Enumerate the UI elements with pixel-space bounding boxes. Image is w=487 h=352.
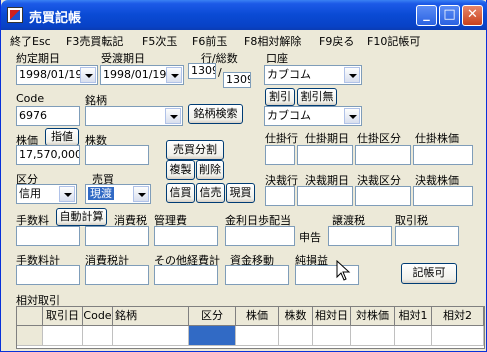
commission-total-field[interactable] bbox=[16, 265, 80, 285]
chevron-down-icon[interactable] bbox=[344, 108, 360, 124]
pending-date-label: 仕掛期日 bbox=[305, 132, 349, 145]
table-cell[interactable] bbox=[236, 326, 279, 346]
record-button[interactable]: 記帳可 bbox=[401, 263, 457, 284]
chevron-down-icon[interactable] bbox=[166, 67, 182, 83]
contract-date-select[interactable]: 1998/01/19 bbox=[16, 65, 98, 85]
credit-sell-button[interactable]: 信売 bbox=[196, 183, 225, 203]
relative-table[interactable]: 取引日 Code 銘柄 区分 株価 株数 相対日 対株価 相対1 相対2 bbox=[16, 306, 485, 349]
spot-buy-button[interactable]: 現買 bbox=[226, 183, 255, 203]
menu-exit[interactable]: 終了Esc bbox=[10, 33, 51, 49]
limit-button[interactable]: 指値 bbox=[45, 128, 79, 146]
column-header[interactable]: 株価 bbox=[236, 307, 279, 326]
menu-release-relative[interactable]: F8相対解除 bbox=[244, 33, 301, 49]
table-cell[interactable] bbox=[313, 326, 351, 346]
main-window: 売買記帳 _ □ ✕ 終了Esc F3売買転記 F5次玉 F6前玉 F8相対解除… bbox=[0, 0, 487, 352]
chevron-down-icon[interactable] bbox=[59, 186, 75, 202]
copy-button[interactable]: 複製 bbox=[166, 160, 195, 180]
chevron-down-icon[interactable] bbox=[80, 67, 96, 83]
consumption-total-field[interactable] bbox=[85, 265, 149, 285]
account-select[interactable]: カブコム bbox=[264, 65, 362, 85]
pending-row-field[interactable] bbox=[265, 145, 295, 165]
code-label: Code bbox=[16, 92, 45, 105]
close-button[interactable]: ✕ bbox=[462, 5, 483, 26]
menu-record-enable[interactable]: F10記帳可 bbox=[367, 33, 420, 49]
other-total-field[interactable] bbox=[154, 265, 218, 285]
delivery-date-label: 受渡期日 bbox=[101, 52, 145, 65]
discount-button[interactable]: 割引 bbox=[265, 88, 295, 106]
pending-cat-field[interactable] bbox=[355, 145, 411, 165]
pending-date-field[interactable] bbox=[297, 145, 353, 165]
column-header[interactable]: 銘柄 bbox=[113, 307, 189, 326]
menu-next[interactable]: F5次玉 bbox=[142, 33, 177, 49]
column-header[interactable]: 区分 bbox=[189, 307, 236, 326]
minimize-button[interactable]: _ bbox=[416, 5, 437, 26]
table-cell[interactable] bbox=[43, 326, 83, 346]
mgmt-fee-field[interactable] bbox=[154, 226, 218, 246]
column-header[interactable]: 相対2 bbox=[432, 307, 484, 326]
declare-label: 申告 bbox=[299, 231, 321, 244]
total-number-field[interactable]: 1309 bbox=[223, 72, 251, 88]
interest-field[interactable] bbox=[225, 226, 295, 246]
chevron-down-icon[interactable] bbox=[165, 108, 181, 124]
delivery-date-select[interactable]: 1998/01/19 bbox=[100, 65, 184, 85]
column-header[interactable]: Code bbox=[83, 307, 113, 326]
pending-price-label: 仕掛株価 bbox=[415, 132, 459, 145]
table-cell[interactable] bbox=[83, 326, 113, 346]
settle-row-field[interactable] bbox=[265, 186, 295, 206]
menu-back[interactable]: F9戻る bbox=[319, 33, 354, 49]
table-cell[interactable] bbox=[113, 326, 189, 346]
menu-trade-transfer[interactable]: F3売買転記 bbox=[66, 33, 123, 49]
credit-buy-button[interactable]: 信買 bbox=[166, 183, 195, 203]
table-cell[interactable] bbox=[279, 326, 313, 346]
chevron-down-icon[interactable] bbox=[133, 186, 149, 202]
price-field[interactable]: 17,570,000 bbox=[16, 145, 80, 165]
no-discount-button[interactable]: 割引無 bbox=[297, 88, 337, 106]
maximize-button[interactable]: □ bbox=[439, 5, 460, 26]
menu-prev[interactable]: F6前玉 bbox=[192, 33, 227, 49]
stock-search-button[interactable]: 銘柄検索 bbox=[188, 104, 243, 124]
code-field[interactable]: 6976 bbox=[16, 106, 80, 126]
transfer-tax-field[interactable] bbox=[328, 226, 392, 246]
mouse-cursor-icon bbox=[336, 260, 351, 281]
table-cell[interactable] bbox=[395, 326, 432, 346]
column-header[interactable]: 取引日 bbox=[43, 307, 83, 326]
delete-button[interactable]: 削除 bbox=[196, 160, 224, 180]
settle-cat-field[interactable] bbox=[355, 186, 411, 206]
settle-date-field[interactable] bbox=[297, 186, 353, 206]
consumption-tax-field[interactable] bbox=[85, 226, 149, 246]
split-trade-button[interactable]: 売買分割 bbox=[166, 140, 224, 160]
app-icon bbox=[7, 7, 23, 23]
column-header[interactable]: 相対日 bbox=[313, 307, 351, 326]
account-label: 口座 bbox=[266, 52, 288, 65]
trade-tax-field[interactable] bbox=[395, 226, 459, 246]
table-cell[interactable] bbox=[351, 326, 395, 346]
pending-cat-label: 仕掛区分 bbox=[357, 132, 401, 145]
column-header[interactable]: 相対1 bbox=[395, 307, 432, 326]
pending-row-label: 仕掛行 bbox=[265, 132, 298, 145]
row-number-field[interactable]: 1309 bbox=[188, 63, 216, 79]
title-bar[interactable]: 売買記帳 _ □ ✕ bbox=[1, 0, 487, 30]
menu-bar: 終了Esc F3売買転記 F5次玉 F6前玉 F8相対解除 F9戻る F10記帳… bbox=[1, 30, 487, 48]
table-cell-selected[interactable] bbox=[189, 326, 236, 346]
column-header[interactable] bbox=[17, 307, 43, 326]
auto-calc-button[interactable]: 自動計算 bbox=[56, 208, 107, 226]
settle-price-field[interactable] bbox=[413, 186, 473, 206]
chevron-down-icon[interactable] bbox=[344, 67, 360, 83]
commission-field[interactable] bbox=[16, 226, 80, 246]
broker-select[interactable]: カブコム bbox=[264, 106, 362, 126]
pending-price-field[interactable] bbox=[413, 145, 473, 165]
stock-select[interactable] bbox=[85, 106, 183, 126]
contract-date-label: 約定期日 bbox=[16, 52, 60, 65]
column-header[interactable]: 対株価 bbox=[351, 307, 395, 326]
category-select[interactable]: 信用 bbox=[16, 184, 77, 204]
column-header[interactable]: 株数 bbox=[279, 307, 313, 326]
fund-move-field[interactable] bbox=[225, 265, 289, 285]
table-cell[interactable] bbox=[432, 326, 484, 346]
row-selector[interactable] bbox=[17, 326, 43, 346]
trade-select[interactable]: 現渡 bbox=[85, 184, 151, 204]
window-title: 売買記帳 bbox=[29, 11, 82, 26]
shares-field[interactable] bbox=[85, 145, 149, 165]
